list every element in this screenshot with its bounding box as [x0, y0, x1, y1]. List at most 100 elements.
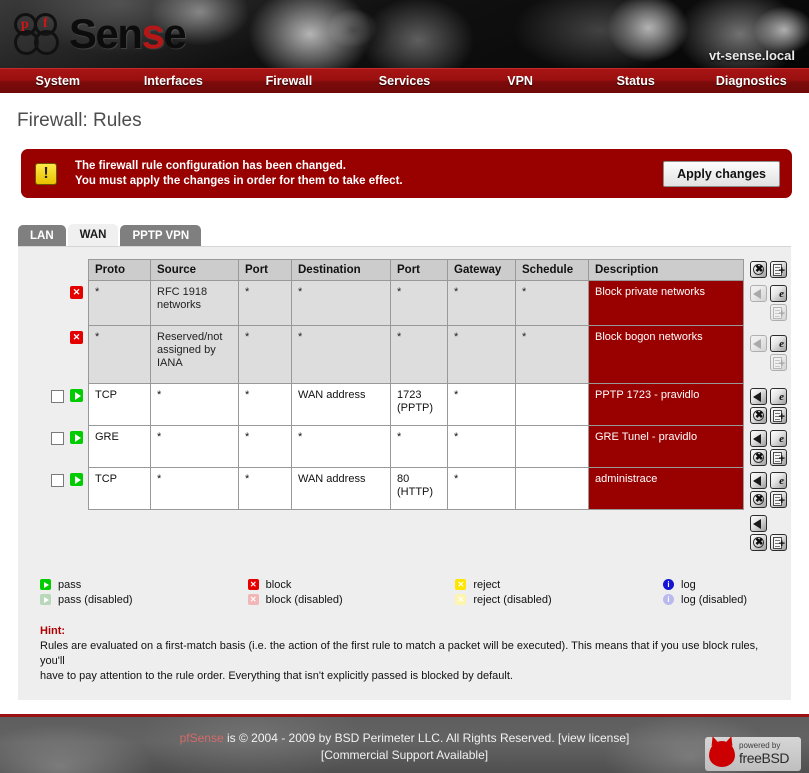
nav-item-services[interactable]: Services: [347, 74, 463, 88]
add-rule-icon[interactable]: +: [770, 407, 787, 424]
cell-dest-port: 80 (HTTP): [390, 467, 448, 510]
cell-proto: *: [88, 325, 151, 384]
cell-gateway: *: [447, 467, 516, 510]
row-actions-4: e ✖ +: [750, 427, 804, 469]
edit-rule-icon[interactable]: e: [770, 472, 787, 489]
table-header-actions: ✖ +: [750, 259, 804, 280]
add-rule-icon[interactable]: +: [770, 491, 787, 508]
delete-selected-icon[interactable]: ✖: [750, 261, 767, 278]
edit-rule-icon[interactable]: e: [770, 285, 787, 302]
col-header-gateway: Gateway: [447, 259, 516, 281]
col-header-dest-port: Port: [390, 259, 448, 281]
hint-title: Hint:: [40, 625, 66, 637]
legend-column-block: block block (disabled): [247, 577, 456, 607]
move-rule-icon[interactable]: [750, 472, 767, 489]
move-rule-icon[interactable]: [750, 515, 767, 532]
row-checkbox-5[interactable]: [51, 474, 64, 487]
pass-icon-row-4[interactable]: [70, 431, 83, 444]
table-row[interactable]: * RFC 1918 networks * * * * * Block priv…: [88, 280, 744, 326]
edit-rule-icon[interactable]: e: [770, 335, 787, 352]
nav-divider: [0, 93, 809, 96]
cell-schedule: [515, 467, 589, 510]
add-rule-bottom-icon[interactable]: +: [770, 534, 787, 551]
footer-support-line[interactable]: [Commercial Support Available]: [0, 747, 809, 764]
rules-hint: Hint: Rules are evaluated on a first-mat…: [40, 625, 769, 700]
move-rule-icon-disabled: [750, 285, 767, 302]
pass-icon-row-5[interactable]: [70, 473, 83, 486]
nav-item-system[interactable]: System: [0, 74, 116, 88]
cell-description: GRE Tunel - pravidlo: [588, 425, 744, 468]
legend-column-pass: pass pass (disabled): [40, 577, 248, 607]
cell-proto: TCP: [88, 467, 151, 510]
table-row[interactable]: TCP * * WAN address 1723 (PPTP) * PPTP 1…: [88, 383, 744, 426]
delete-selected-icon[interactable]: ✖: [750, 534, 767, 551]
page-title: Firewall: Rules: [17, 110, 142, 131]
add-rule-icon-disabled: +: [770, 354, 787, 371]
row-checkbox-4[interactable]: [51, 432, 64, 445]
add-rule-icon[interactable]: +: [770, 449, 787, 466]
cell-destination: WAN address: [291, 383, 391, 426]
legend-label-reject: reject: [473, 578, 501, 591]
nav-item-diagnostics[interactable]: Diagnostics: [693, 74, 809, 88]
logo-word-e: e: [163, 10, 186, 57]
log-disabled-icon: [663, 594, 675, 605]
rules-panel: Proto Source Port Destination Port Gatew…: [18, 246, 791, 700]
block-icon-row-1[interactable]: [70, 286, 83, 299]
add-rule-bottom-icon[interactable]: +: [770, 261, 787, 278]
pfsense-rings-icon: p f: [12, 11, 68, 57]
pfsense-logo[interactable]: p f Sense: [12, 9, 187, 59]
table-row[interactable]: * Reserved/not assigned by IANA * * * * …: [88, 325, 744, 384]
tab-pptp-vpn[interactable]: PPTP VPN: [120, 225, 202, 246]
edit-rule-icon[interactable]: e: [770, 388, 787, 405]
delete-rule-icon[interactable]: ✖: [750, 449, 767, 466]
edit-rule-icon[interactable]: e: [770, 430, 787, 447]
nav-item-vpn[interactable]: VPN: [462, 74, 578, 88]
cell-proto: GRE: [88, 425, 151, 468]
cell-gateway: *: [447, 325, 516, 384]
nav-item-interfaces[interactable]: Interfaces: [116, 74, 232, 88]
cell-dest-port: *: [390, 425, 448, 468]
row-actions-3: e ✖ +: [750, 385, 804, 427]
block-icon-row-2[interactable]: [70, 331, 83, 344]
site-header: p f Sense vt-sense.local: [0, 0, 809, 68]
view-license-link[interactable]: [view license]: [558, 731, 629, 745]
cell-source-port: *: [238, 325, 292, 384]
row-checkbox-placeholder-1: [51, 286, 64, 299]
cell-dest-port: 1723 (PPTP): [390, 383, 448, 426]
nav-item-status[interactable]: Status: [578, 74, 694, 88]
block-disabled-icon: [247, 594, 259, 605]
cell-source: *: [150, 383, 239, 426]
move-rule-icon[interactable]: [750, 388, 767, 405]
apply-changes-button[interactable]: Apply changes: [663, 160, 780, 187]
tab-wan[interactable]: WAN: [67, 224, 119, 246]
cell-gateway: *: [447, 425, 516, 468]
cell-source: *: [150, 425, 239, 468]
cell-source: Reserved/not assigned by IANA: [150, 325, 239, 384]
row-checkbox-3[interactable]: [51, 390, 64, 403]
pass-icon-row-3[interactable]: [70, 389, 83, 402]
hint-line2: have to pay attention to the rule order.…: [40, 670, 513, 682]
table-row[interactable]: GRE * * * * * GRE Tunel - pravidlo: [88, 425, 744, 468]
nav-item-firewall[interactable]: Firewall: [231, 74, 347, 88]
pass-icon: [40, 579, 51, 590]
legend-label-block-disabled: block (disabled): [265, 593, 343, 606]
delete-rule-icon[interactable]: ✖: [750, 491, 767, 508]
cell-dest-port: *: [390, 325, 448, 384]
footer-spacer: [0, 700, 809, 714]
legend-label-block: block: [265, 578, 292, 591]
col-header-schedule: Schedule: [515, 259, 589, 281]
warning-icon: [35, 162, 57, 185]
table-row[interactable]: TCP * * WAN address 80 (HTTP) * administ…: [88, 467, 744, 510]
move-rule-icon[interactable]: [750, 430, 767, 447]
tab-lan[interactable]: LAN: [18, 225, 66, 246]
alert-message-line2: You must apply the changes in order for …: [75, 174, 403, 187]
logo-word-sen: Sen: [69, 10, 143, 57]
legend-item-block: block: [247, 577, 456, 592]
gutter-row-3: [28, 383, 88, 425]
legend-item-block-disabled: block (disabled): [247, 592, 456, 607]
row-actions-1: e +: [750, 282, 804, 327]
col-header-source-port: Port: [238, 259, 292, 281]
delete-rule-icon[interactable]: ✖: [750, 407, 767, 424]
row-actions-5: e ✖ +: [750, 469, 804, 511]
cell-proto: *: [88, 280, 151, 326]
